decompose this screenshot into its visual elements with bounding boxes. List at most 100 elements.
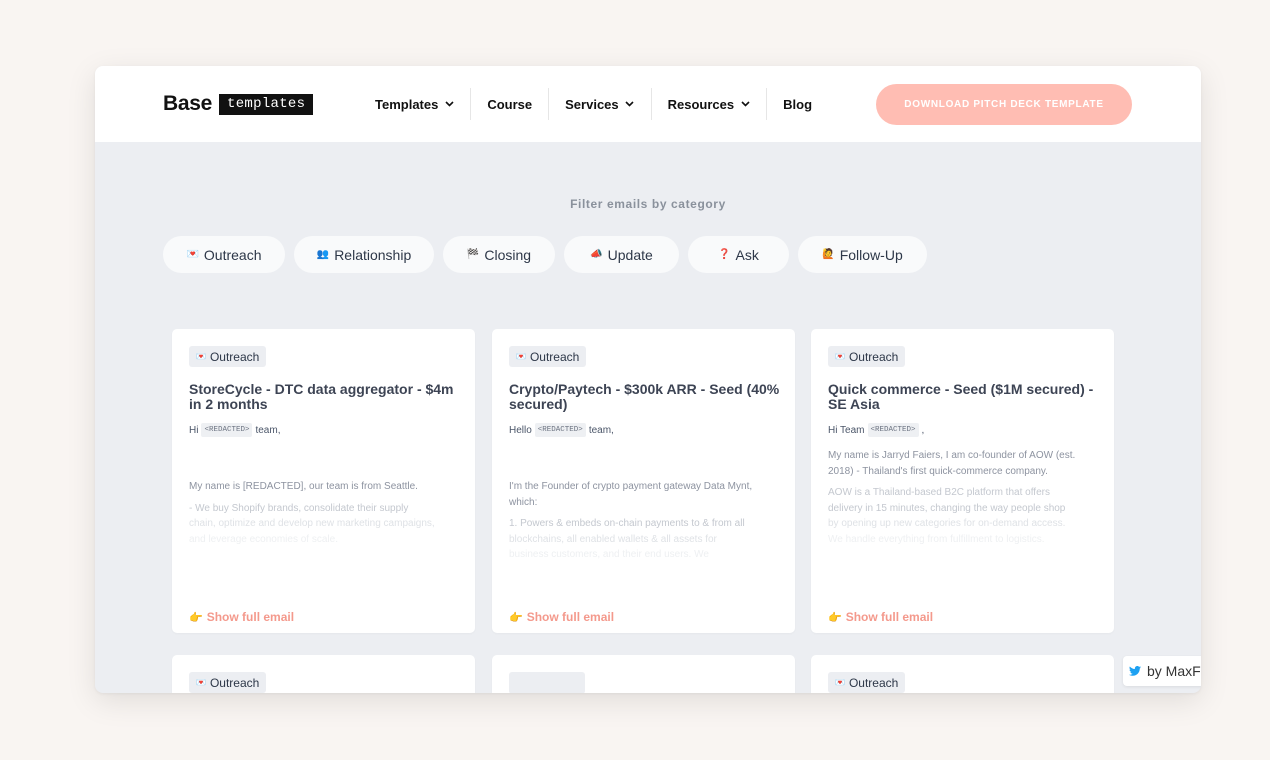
question-mark-icon: ❓ [718, 249, 731, 260]
greeting-suffix: team, [588, 424, 614, 436]
preview-line: - We buy Shopify brands, consolidate the… [189, 502, 409, 514]
chip-label: Closing [484, 246, 532, 263]
logo-templates-text: templates [219, 93, 314, 115]
preview-line: AOW is a Thailand-based B2C platform tha… [828, 487, 1050, 498]
tag-label: Outreach [209, 675, 260, 690]
nav-item-resources[interactable]: Resources [652, 88, 768, 120]
nav-item-services[interactable]: Services [549, 88, 652, 120]
email-preview: My name is Jarryd Faiers, I am co-founde… [828, 448, 1100, 547]
chip-ask[interactable]: ❓ Ask [688, 236, 789, 273]
category-tag: 💌 Outreach [509, 346, 587, 367]
chip-label: Relationship [334, 246, 412, 263]
greeting-prefix: Hello [509, 424, 532, 436]
greeting-prefix: Hi [189, 424, 199, 436]
filter-title: Filter emails by category [570, 197, 726, 211]
email-subject: StoreCycle - DTC data aggregator - $4m i… [189, 381, 454, 412]
email-subject: Crypto/Paytech - $300k ARR - Seed (40% s… [509, 381, 780, 412]
site-header: Base templates Templates Course Services… [95, 66, 1201, 142]
tag-label: Outreach [529, 349, 580, 364]
chip-label: Follow-Up [839, 246, 903, 263]
pointing-hand-icon: 👉 [828, 611, 842, 624]
chevron-down-icon [625, 99, 635, 109]
logo[interactable]: Base templates [163, 92, 314, 116]
twitter-credit-badge[interactable]: by MaxF [1123, 656, 1201, 686]
redacted-badge: <REDACTED> [201, 423, 253, 437]
category-filter-chips: 💌 Outreach 👥 Relationship 🏁 Closing 📣 Up… [163, 236, 927, 273]
pointing-hand-icon: 👉 [509, 611, 523, 624]
love-letter-icon: 💌 [835, 678, 845, 687]
pointing-hand-icon: 👉 [189, 611, 203, 624]
chip-update[interactable]: 📣 Update [564, 236, 679, 273]
email-card[interactable]: 💌 Outreach Crypto/Paytech - $300k ARR - … [492, 329, 795, 633]
chevron-down-icon [740, 99, 750, 109]
love-letter-icon: 💌 [835, 352, 845, 361]
preview-line: and leverage economies of scale. [189, 533, 338, 545]
nav-label: Services [565, 96, 619, 112]
logo-base-text: Base [163, 92, 213, 115]
chip-label: Outreach [203, 246, 262, 263]
preview-line: by opening up new categories for on-dema… [828, 518, 1066, 529]
nav-item-templates[interactable]: Templates [359, 88, 472, 120]
download-pitch-deck-button[interactable]: DOWNLOAD PITCH DECK TEMPLATE [876, 84, 1132, 125]
tag-label: Outreach [848, 349, 899, 364]
preview-line: I'm the Founder of crypto payment gatewa… [509, 481, 753, 492]
email-card[interactable]: 💌 Outreach StoreCycle - DTC data aggrega… [172, 329, 475, 633]
tag-label: Outreach [209, 349, 260, 364]
preview-line: blockchains, all enabled wallets & all a… [509, 533, 717, 545]
raising-hand-icon: 🙋 [822, 249, 835, 260]
email-subject: Quick commerce - Seed ($1M secured) - SE… [828, 381, 1094, 412]
chip-relationship[interactable]: 👥 Relationship [294, 236, 434, 273]
show-full-label: Show full email [526, 610, 615, 624]
checkered-flag-icon: 🏁 [466, 249, 480, 260]
chip-label: Update [607, 246, 653, 263]
redacted-badge: <REDACTED> [867, 423, 919, 437]
email-greeting: Hello <REDACTED> team, [509, 423, 614, 437]
love-letter-icon: 💌 [186, 249, 199, 260]
main-nav: Templates Course Services Resources Blog [359, 88, 828, 120]
greeting-suffix: , [921, 424, 925, 436]
nav-item-course[interactable]: Course [471, 88, 550, 120]
preview-line: business customers, and their end users.… [509, 549, 709, 560]
tag-placeholder [509, 672, 585, 693]
preview-line: My name is [REDACTED], our team is from … [189, 481, 418, 492]
twitter-credit-text: by MaxF [1147, 663, 1201, 679]
email-card[interactable]: 💌 Outreach Quick commerce - Seed ($1M se… [811, 329, 1114, 633]
nav-item-blog[interactable]: Blog [767, 88, 828, 120]
preview-line: We handle everything from fulfillment to… [828, 533, 1045, 545]
chevron-down-icon [444, 99, 454, 109]
nav-label: Blog [783, 96, 813, 112]
chip-follow-up[interactable]: 🙋 Follow-Up [798, 236, 927, 273]
browser-window: Base templates Templates Course Services… [95, 66, 1201, 693]
chip-label: Ask [735, 246, 759, 263]
chip-closing[interactable]: 🏁 Closing [443, 236, 555, 273]
category-tag: 💌 Outreach [828, 672, 906, 693]
show-full-email-link[interactable]: 👉 Show full email [189, 610, 294, 624]
email-card[interactable] [492, 655, 795, 693]
chip-outreach[interactable]: 💌 Outreach [163, 236, 285, 273]
nav-label: Course [487, 96, 533, 112]
email-card[interactable]: 💌 Outreach [811, 655, 1114, 693]
people-icon: 👥 [316, 249, 330, 260]
email-greeting: Hi Team <REDACTED> , [828, 423, 924, 437]
show-full-email-link[interactable]: 👉 Show full email [828, 610, 933, 624]
show-full-email-link[interactable]: 👉 Show full email [509, 610, 614, 624]
preview-line: My name is Jarryd Faiers, I am co-founde… [828, 450, 1076, 461]
category-tag: 💌 Outreach [189, 672, 267, 693]
preview-line: delivery in 15 minutes, changing the way… [828, 502, 1066, 514]
greeting-prefix: Hi Team [828, 424, 865, 436]
preview-line: chain, optimize and develop new marketin… [189, 518, 435, 529]
email-card[interactable]: 💌 Outreach [172, 655, 475, 693]
category-tag: 💌 Outreach [189, 346, 267, 367]
show-full-label: Show full email [206, 610, 295, 624]
tag-label: Outreach [848, 675, 899, 690]
category-tag: 💌 Outreach [828, 346, 906, 367]
show-full-label: Show full email [845, 610, 934, 624]
twitter-icon [1129, 666, 1141, 676]
preview-line: which: [509, 496, 538, 508]
love-letter-icon: 💌 [196, 678, 206, 687]
redacted-badge: <REDACTED> [534, 423, 586, 437]
email-greeting: Hi <REDACTED> team, [189, 423, 280, 437]
nav-label: Resources [667, 96, 735, 112]
greeting-suffix: team, [255, 424, 281, 436]
nav-label: Templates [375, 96, 439, 112]
